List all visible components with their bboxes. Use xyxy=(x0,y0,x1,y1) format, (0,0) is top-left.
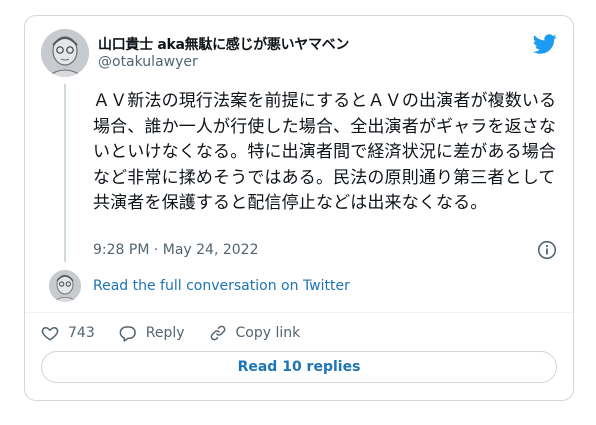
copy-link-button[interactable]: Copy link xyxy=(209,324,301,342)
link-icon xyxy=(210,325,225,341)
copy-link-label: Copy link xyxy=(235,325,301,341)
conversation-avatar[interactable] xyxy=(49,270,81,302)
reply-button[interactable]: Reply xyxy=(119,324,185,342)
author-display-name[interactable]: 山口貴士 aka無駄に感じが悪いヤマベン xyxy=(98,34,349,54)
embedded-tweet-card: 山口貴士 aka無駄に感じが悪いヤマベン @otakulawyer ＡＶ新法の現… xyxy=(24,15,574,401)
twitter-bird-icon[interactable] xyxy=(532,32,557,56)
like-button[interactable]: 743 xyxy=(41,324,95,342)
avatar-portrait-icon xyxy=(41,29,89,77)
reply-label: Reply xyxy=(145,325,185,341)
author-avatar[interactable] xyxy=(41,29,89,77)
info-icon[interactable] xyxy=(537,240,557,260)
tweet-body-text: ＡＶ新法の現行法案を前提にするとＡＶの出演者が複数いる場合、誰か一人が行使した場… xyxy=(93,91,557,213)
like-count: 743 xyxy=(68,325,95,341)
tweet-actions-bar: 743 Reply Copy link xyxy=(41,321,324,345)
tweet-timestamp[interactable]: 9:28 PM · May 24, 2022 xyxy=(93,242,259,258)
avatar-portrait-icon xyxy=(49,270,81,302)
heart-icon xyxy=(41,327,59,341)
reply-bubble-icon xyxy=(119,326,136,342)
read-full-conversation-link[interactable]: Read the full conversation on Twitter xyxy=(93,278,350,294)
actions-divider xyxy=(25,312,573,313)
read-replies-button[interactable]: Read 10 replies xyxy=(41,351,557,383)
read-replies-label: Read 10 replies xyxy=(237,359,361,375)
thread-connector-line xyxy=(64,84,66,262)
author-handle[interactable]: @otakulawyer xyxy=(98,54,198,70)
